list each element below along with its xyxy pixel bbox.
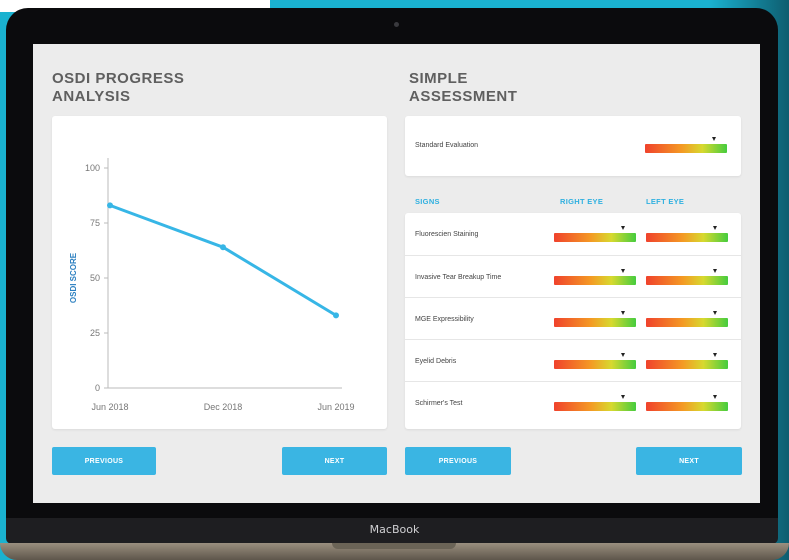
assessment-title: SIMPLE ASSESSMENT — [409, 70, 517, 106]
left-eye-header: LEFT EYE — [646, 197, 685, 206]
sign-label: Schirmer's Test — [415, 400, 463, 407]
left-eye-gauge — [646, 226, 728, 242]
gauge-marker-icon — [713, 353, 718, 357]
gauge-marker-icon — [621, 269, 626, 273]
sign-label: Fluorescien Staining — [415, 231, 479, 238]
sign-row: Eyelid Debris — [405, 339, 741, 382]
osdi-data-point — [220, 244, 226, 251]
x-tick-label: Jun 2019 — [317, 402, 354, 412]
x-tick-label: Jun 2018 — [91, 402, 128, 412]
osdi-chart-card: 100 75 50 25 0 Jun 2018 Dec 2018 Jun 2019 OSDI S… — [52, 116, 387, 429]
sign-label: Eyelid Debris — [415, 358, 457, 365]
gauge-marker-icon — [713, 226, 718, 230]
y-tick-label: 100 — [85, 163, 100, 173]
gauge-marker-icon — [713, 269, 718, 273]
left-eye-gauge — [646, 311, 728, 327]
signs-header: SIGNS — [415, 197, 440, 206]
camera-icon — [394, 22, 399, 27]
laptop-brand: MacBook — [369, 523, 420, 536]
osdi-next-button[interactable]: NEXT — [282, 447, 387, 475]
x-tick-label: Dec 2018 — [204, 402, 243, 412]
gauge-marker-icon — [712, 137, 717, 141]
signs-table: Fluorescien Staining Invasive Tear Breaku… — [405, 213, 741, 429]
right-eye-gauge — [554, 311, 636, 327]
osdi-title-line1: OSDI PROGRESS — [52, 70, 185, 87]
gauge-marker-icon — [713, 395, 718, 399]
y-tick-label: 0 — [95, 383, 100, 393]
right-eye-gauge — [554, 269, 636, 285]
standard-evaluation-label: Standard Evaluation — [415, 142, 479, 149]
right-eye-gauge — [554, 395, 636, 411]
left-eye-gauge — [646, 353, 728, 369]
sign-row: Schirmer's Test — [405, 381, 741, 424]
assessment-next-button[interactable]: NEXT — [636, 447, 742, 475]
right-eye-gauge — [554, 353, 636, 369]
standard-evaluation-gauge — [645, 137, 727, 153]
y-tick-label: 75 — [90, 218, 100, 228]
gauge-marker-icon — [621, 353, 626, 357]
app-screen: OSDI PROGRESS ANALYSIS 100 75 50 25 0 Jun 201… — [33, 44, 760, 503]
laptop-notch — [332, 543, 456, 549]
gauge-marker-icon — [621, 395, 626, 399]
osdi-title: OSDI PROGRESS ANALYSIS — [52, 70, 184, 106]
sign-row: Fluorescien Staining — [405, 213, 741, 255]
left-eye-gauge — [646, 395, 728, 411]
sign-label: MGE Expressibility — [415, 316, 474, 323]
assessment-title-line1: SIMPLE — [409, 70, 468, 87]
osdi-previous-button[interactable]: PREVIOUS — [52, 447, 156, 475]
gauge-marker-icon — [621, 226, 626, 230]
y-tick-label: 25 — [90, 328, 100, 338]
osdi-data-point — [333, 312, 339, 319]
sign-row: MGE Expressibility — [405, 297, 741, 340]
sign-row: Invasive Tear Breakup Time — [405, 255, 741, 298]
right-eye-header: RIGHT EYE — [560, 197, 604, 206]
sign-label: Invasive Tear Breakup Time — [415, 274, 502, 281]
assessment-title-line2: ASSESSMENT — [409, 88, 518, 105]
left-eye-gauge — [646, 269, 728, 285]
osdi-data-point — [107, 202, 113, 209]
standard-evaluation-card: Standard Evaluation — [405, 116, 741, 176]
gauge-marker-icon — [713, 311, 718, 315]
gauge-marker-icon — [621, 311, 626, 315]
y-tick-label: 50 — [90, 273, 100, 283]
osdi-title-line2: ANALYSIS — [52, 88, 131, 105]
osdi-series-line — [109, 203, 337, 317]
assessment-previous-button[interactable]: PREVIOUS — [405, 447, 511, 475]
y-axis-label: OSDI SCORE — [69, 252, 78, 303]
right-eye-gauge — [554, 226, 636, 242]
osdi-line-chart: 100 75 50 25 0 Jun 2018 Dec 2018 Jun 2019 OSDI S… — [69, 158, 355, 412]
